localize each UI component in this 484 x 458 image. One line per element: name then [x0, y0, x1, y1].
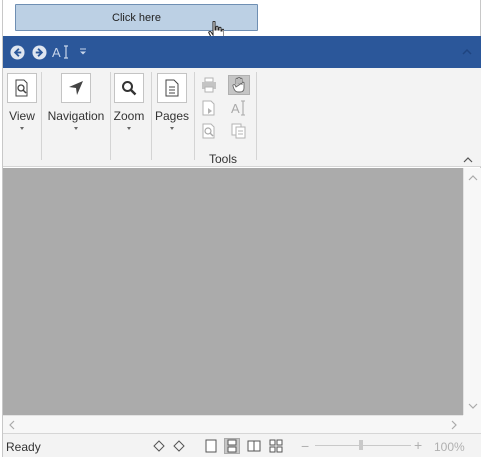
zoom-slider-thumb[interactable]	[359, 440, 363, 450]
navigation-button[interactable]: Navigation	[46, 73, 106, 130]
text-select-icon: A	[231, 100, 245, 116]
next-page-button[interactable]	[171, 438, 187, 454]
customize-toolbar-button[interactable]	[74, 43, 92, 61]
navigation-icon-box	[61, 73, 91, 103]
continuous-pages-icon	[227, 439, 237, 453]
pages-button[interactable]: Pages	[155, 73, 189, 130]
text-cursor-icon: A	[52, 45, 68, 60]
continuous-view-button[interactable]	[224, 438, 240, 454]
vertical-scrollbar[interactable]	[463, 168, 481, 415]
separator	[256, 72, 257, 160]
zoom-label: Zoom	[113, 109, 145, 123]
zoom-in-button[interactable]: +	[414, 437, 422, 453]
export-document-icon	[202, 100, 215, 116]
export-button[interactable]	[198, 98, 220, 118]
printer-icon	[202, 77, 216, 93]
select-tool-button[interactable]: A	[228, 98, 250, 118]
scroll-up-icon[interactable]	[468, 173, 478, 183]
zoom-slider-track[interactable]	[315, 445, 411, 446]
separator	[194, 72, 195, 160]
navigation-label: Navigation	[47, 109, 105, 123]
navigation-dropdown-arrow	[74, 127, 78, 130]
ribbon-collapse-icon[interactable]	[463, 156, 473, 164]
forward-arrow-icon	[31, 44, 47, 60]
select-text-button[interactable]: A	[52, 43, 70, 61]
scroll-down-icon[interactable]	[468, 401, 478, 411]
facing-pages-icon	[247, 440, 261, 452]
previous-page-button[interactable]	[151, 438, 167, 454]
zoom-dropdown-arrow	[127, 127, 131, 130]
pages-icon	[165, 79, 179, 97]
back-arrow-icon	[9, 44, 25, 60]
find-document-icon	[202, 123, 215, 139]
zoom-value: 100%	[434, 440, 465, 454]
print-button[interactable]	[198, 75, 220, 95]
svg-text:A: A	[52, 45, 61, 60]
single-page-icon	[205, 439, 217, 453]
grid-pages-icon	[269, 439, 283, 453]
find-button[interactable]	[198, 121, 220, 141]
separator	[151, 72, 152, 160]
back-button[interactable]	[8, 43, 26, 61]
collapse-ribbon-icon[interactable]	[461, 46, 473, 58]
hand-icon	[232, 77, 245, 93]
hand-tool-button[interactable]	[228, 75, 250, 95]
status-bar: Ready − + 100%	[3, 433, 481, 457]
zoom-out-button[interactable]: −	[301, 438, 309, 454]
tools-group-label: Tools	[209, 152, 238, 166]
single-page-view-button[interactable]	[203, 438, 219, 454]
copy-icon	[231, 123, 246, 139]
facing-view-button[interactable]	[246, 438, 262, 454]
document-area[interactable]	[3, 168, 463, 415]
zoom-icon	[122, 81, 137, 96]
dropdown-icon	[80, 48, 86, 55]
pages-label: Pages	[154, 109, 190, 123]
status-text: Ready	[6, 440, 41, 454]
page-magnifier-icon	[15, 79, 28, 97]
navigation-arrow-icon	[69, 81, 83, 95]
horizontal-scrollbar[interactable]	[3, 415, 463, 433]
scroll-left-icon[interactable]	[7, 420, 17, 430]
facing-continuous-view-button[interactable]	[268, 438, 284, 454]
separator	[110, 72, 111, 160]
forward-button[interactable]	[30, 43, 48, 61]
view-dropdown-arrow	[20, 127, 24, 130]
ribbon: View Navigation Zoom Pages A Tools	[3, 68, 481, 167]
diamond-icon	[173, 440, 185, 452]
view-icon-box	[7, 73, 37, 103]
view-label: View	[9, 109, 35, 123]
scroll-right-icon[interactable]	[449, 420, 459, 430]
zoom-button[interactable]: Zoom	[113, 73, 145, 130]
diamond-icon	[153, 440, 165, 452]
quick-access-toolbar: A	[3, 36, 481, 68]
pages-icon-box	[157, 73, 187, 103]
separator	[41, 72, 42, 160]
view-button[interactable]: View	[7, 73, 37, 130]
svg-text:A: A	[231, 101, 240, 116]
zoom-icon-box	[114, 73, 144, 103]
copy-button[interactable]	[228, 121, 250, 141]
pages-dropdown-arrow	[170, 127, 174, 130]
scrollbar-corner	[463, 415, 481, 433]
